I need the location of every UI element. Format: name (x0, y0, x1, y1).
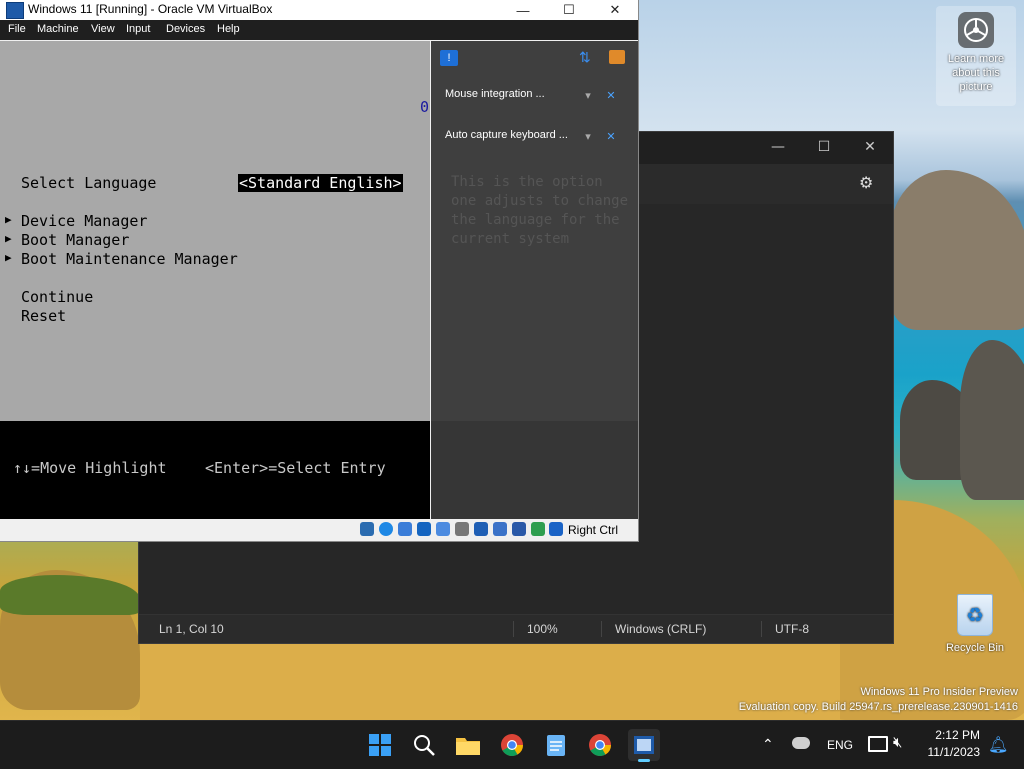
folder-icon (456, 738, 480, 755)
auto-capture-notice[interactable]: Auto capture keyboard ... (445, 129, 568, 141)
settings-icon[interactable]: ⚙ (859, 173, 873, 192)
bios-top-fragment: 0 (420, 98, 430, 116)
window-title: Windows 11 [Running] - Oracle VM Virtual… (28, 2, 273, 16)
menu-boot-maintenance-manager[interactable]: Boot Maintenance Manager (21, 250, 238, 268)
host-key-label: Right Ctrl (568, 523, 619, 537)
minimize-button[interactable]: — (500, 0, 546, 20)
vbox-statusbar: Right Ctrl (0, 519, 638, 541)
help-panel-lower (431, 421, 638, 519)
audio-icon[interactable] (398, 522, 412, 536)
footer-move-hint: ↑↓=Move Highlight (13, 459, 167, 477)
onedrive-icon[interactable] (792, 737, 810, 749)
line-ending[interactable]: Windows (CRLF) (615, 622, 706, 636)
virtualbox-taskbar-button[interactable] (628, 729, 660, 762)
select-language-label: Select Language (21, 174, 157, 192)
show-hidden-icons-icon[interactable]: ⌃ (762, 736, 774, 753)
close-button[interactable]: ✕ (592, 0, 638, 20)
cursor-position: Ln 1, Col 10 (159, 622, 224, 636)
chrome-button[interactable] (496, 729, 528, 761)
pin-icon[interactable]: ▾ (581, 89, 595, 102)
clock-time: 2:12 PM (935, 728, 980, 742)
select-language-value[interactable]: <Standard English> (238, 174, 403, 192)
menu-input[interactable]: Input (126, 23, 150, 35)
chrome-button-2[interactable] (584, 729, 616, 761)
search-icon (414, 735, 435, 756)
menu-reset[interactable]: Reset (21, 307, 66, 325)
zoom-level[interactable]: 100% (527, 622, 558, 636)
bios-footer: ↑↓=Move Highlight <Enter>=Select Entry (0, 421, 430, 519)
learn-more-label: Learn more about this picture (947, 53, 1005, 93)
pin-icon[interactable]: ▾ (581, 130, 595, 143)
shared-folders-icon[interactable] (455, 522, 469, 536)
search-button[interactable] (408, 729, 440, 761)
arrow-right-icon: ▶ (5, 232, 12, 245)
menu-devices[interactable]: Devices (166, 23, 205, 35)
hard-disk-icon[interactable] (360, 522, 374, 536)
language-indicator[interactable]: ENG (827, 738, 853, 752)
vm-screen[interactable]: 0 Select Language <Standard English> ▶ D… (0, 41, 430, 519)
chrome-icon (501, 734, 523, 756)
encoding[interactable]: UTF-8 (775, 622, 809, 636)
vbox-titlebar[interactable]: Windows 11 [Running] - Oracle VM Virtual… (0, 0, 638, 20)
system-clock[interactable]: 2:12 PM 11/1/2023 (928, 727, 981, 761)
notification-panel: ! ⇅ Mouse integration ... ▾ ✕ Auto captu… (431, 41, 638, 519)
menu-device-manager[interactable]: Device Manager (21, 212, 147, 230)
menu-boot-manager[interactable]: Boot Manager (21, 231, 129, 249)
mouse-integration-notice[interactable]: Mouse integration ... (445, 88, 545, 100)
arrow-right-icon: ▶ (5, 251, 12, 264)
notification-icon[interactable]: ! (440, 50, 458, 66)
taskbar: ⌃ ENG 🔇︎ 2:12 PM 11/1/2023 🔔︎ (0, 720, 1024, 769)
menu-help[interactable]: Help (217, 23, 240, 35)
maximize-button[interactable]: ☐ (546, 0, 592, 20)
virtualbox-app-icon (6, 2, 24, 19)
maximize-button[interactable]: ☐ (801, 132, 847, 162)
virtualbox-icon (634, 736, 654, 754)
menu-continue[interactable]: Continue (21, 288, 93, 306)
close-icon[interactable]: ✕ (604, 89, 618, 102)
close-icon[interactable]: ✕ (604, 130, 618, 143)
minimize-button[interactable]: — (755, 132, 801, 162)
windows-logo-icon (369, 734, 391, 756)
mouse-integration-icon[interactable] (531, 522, 545, 536)
menu-view[interactable]: View (91, 23, 115, 35)
start-button[interactable] (364, 729, 396, 761)
recording-icon[interactable] (493, 522, 507, 536)
footer-enter-hint: <Enter>=Select Entry (205, 459, 386, 477)
learn-more-widget[interactable]: Learn more about this picture (936, 6, 1016, 106)
clock-date: 11/1/2023 (927, 745, 981, 759)
network-icon[interactable] (417, 522, 431, 536)
camera-icon (958, 12, 994, 48)
watermark-line1: Windows 11 Pro Insider Preview (860, 686, 1018, 698)
notepad-statusbar: Ln 1, Col 10 100% Windows (CRLF) UTF-8 (139, 614, 893, 643)
notification-bell-icon[interactable]: 🔔︎ (988, 735, 1008, 755)
optical-drive-icon[interactable] (379, 522, 393, 536)
notepad-button[interactable] (540, 729, 572, 761)
usb-icon[interactable] (436, 522, 450, 536)
keyboard-capture-icon[interactable] (549, 522, 563, 536)
volume-muted-icon[interactable]: 🔇︎ (893, 734, 902, 751)
notepad-icon (547, 735, 565, 756)
arrow-right-icon: ▶ (5, 213, 12, 226)
network-icon[interactable] (868, 736, 888, 752)
menu-machine[interactable]: Machine (37, 23, 79, 35)
vbox-menubar: File Machine View Input Devices Help (0, 20, 638, 40)
dismiss-all-icon[interactable] (609, 50, 625, 64)
chrome-icon (589, 734, 611, 756)
recycle-bin-shortcut[interactable]: ♻ Recycle Bin (938, 594, 1012, 654)
display-icon[interactable] (474, 522, 488, 536)
close-button[interactable]: ✕ (847, 132, 893, 162)
recycle-bin-icon: ♻ (957, 594, 993, 636)
menu-file[interactable]: File (8, 23, 26, 35)
recycle-bin-label: Recycle Bin (945, 642, 1005, 654)
file-explorer-button[interactable] (452, 729, 484, 761)
cpu-icon[interactable] (512, 522, 526, 536)
watermark-line2: Evaluation copy. Build 25947.rs_prerelea… (738, 701, 1018, 713)
virtualbox-window[interactable]: Windows 11 [Running] - Oracle VM Virtual… (0, 0, 639, 542)
sort-icon[interactable]: ⇅ (579, 49, 591, 66)
bios-help-text: This is the option one adjusts to change… (451, 174, 629, 247)
